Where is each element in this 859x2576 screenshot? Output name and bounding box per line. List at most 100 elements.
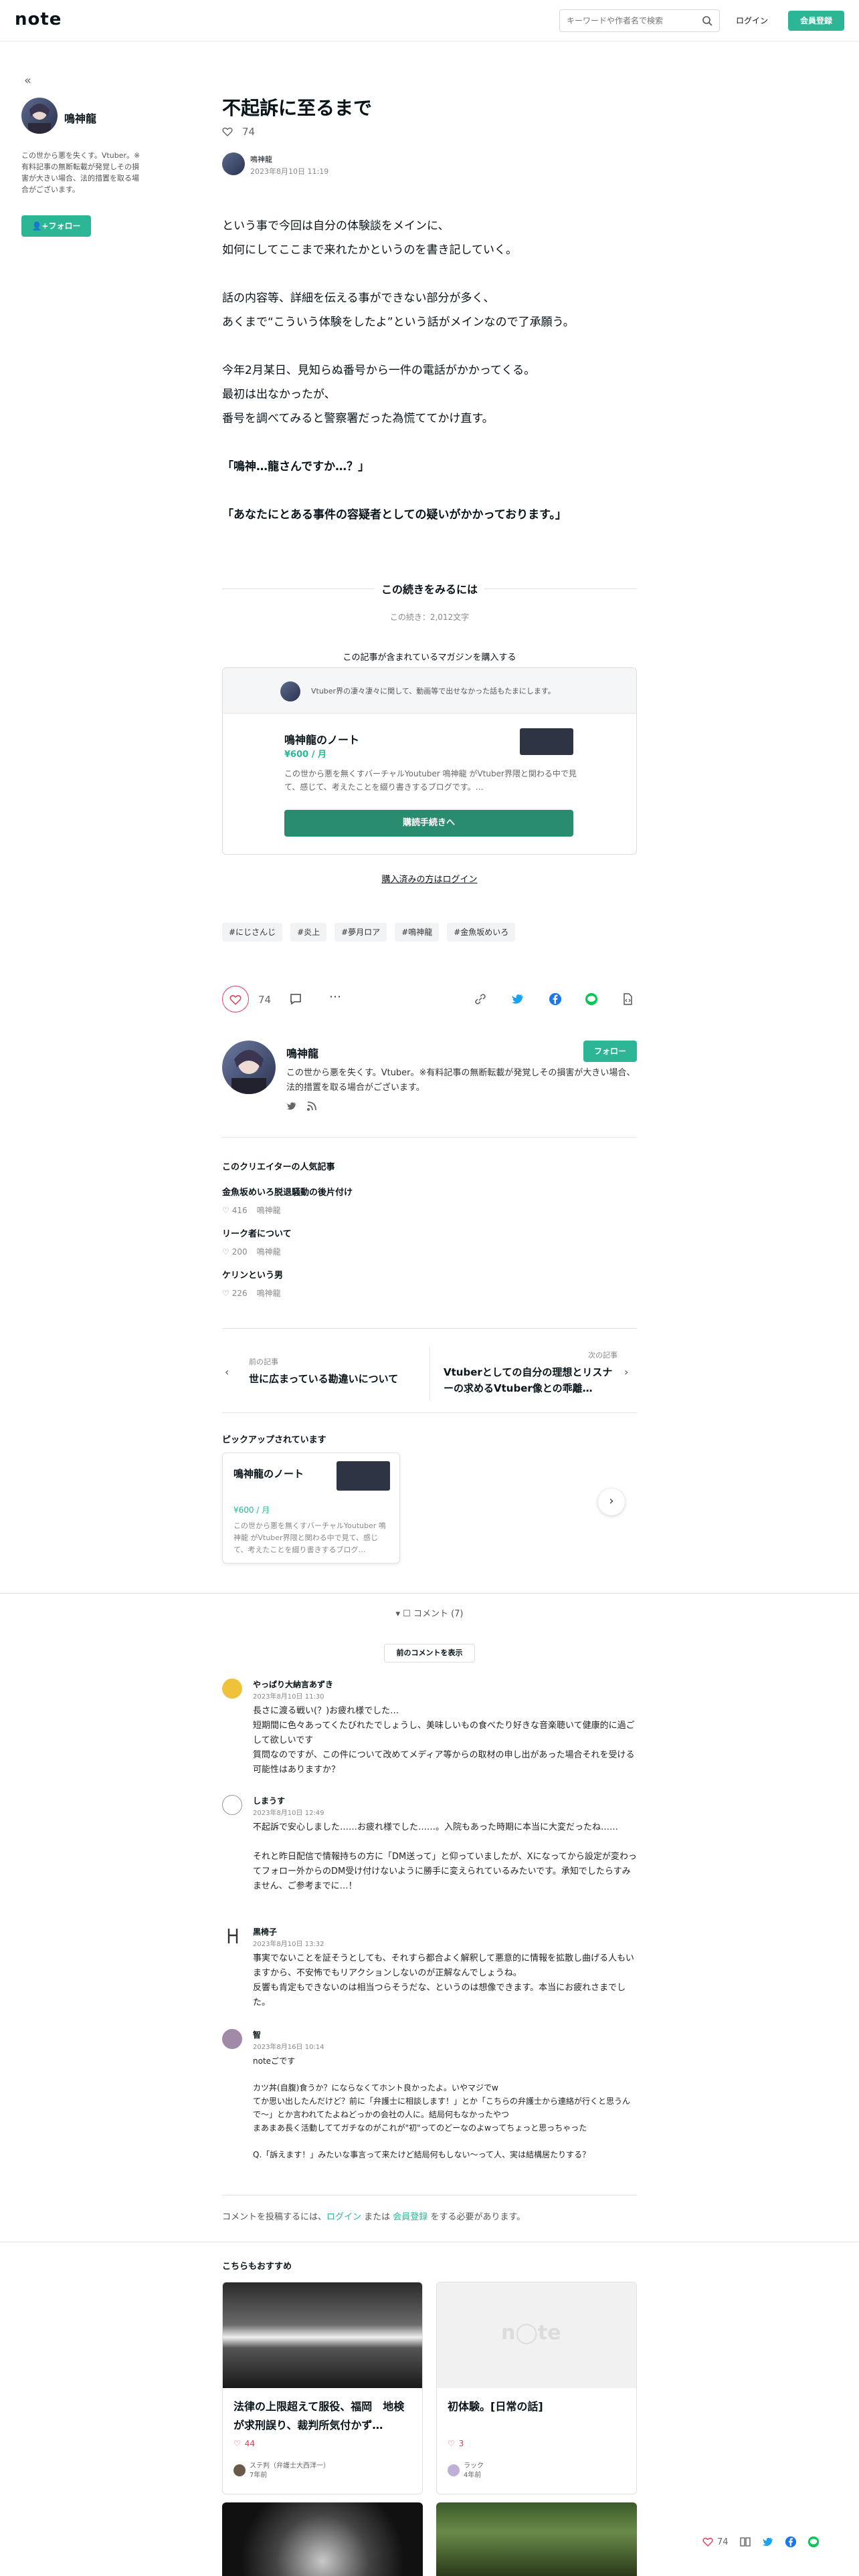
like-summary: 74	[222, 126, 255, 138]
comment-date: 2023年8月10日 12:49	[253, 1810, 324, 1817]
rss-icon[interactable]	[306, 1101, 317, 1111]
line-icon[interactable]	[807, 2536, 820, 2548]
text-line: あくまで“こういう体験をしたよ”という話がメインなので了承願う。	[222, 316, 575, 329]
popular-article-title[interactable]: リーク者について	[222, 1226, 637, 1239]
magazine-card[interactable]: Vtuber界の凄々凄々に関して、動画等で出せなかった話もたまにします。 鳴神龍…	[222, 667, 637, 855]
embed-icon[interactable]	[621, 992, 634, 1006]
avatar[interactable]	[222, 1795, 242, 1815]
recommended-article-card[interactable]: 法律の上限超えて服役、福岡 地検が求刑誤り、裁判所気付かず… ♡ 44 ステ判（弁…	[222, 2282, 423, 2494]
text-line: 最初は出なかったが、	[222, 388, 336, 401]
popular-articles-title: このクリエイターの人気記事	[222, 1162, 335, 1172]
floating-like-button[interactable]: 74	[702, 2537, 729, 2547]
tag[interactable]: #夢月ロア	[335, 923, 387, 942]
prev-article-link[interactable]: ‹ 前の記事 世に広まっている勘違いについて	[222, 1347, 430, 1400]
note-logo[interactable]: note	[15, 9, 62, 29]
like-count: 44	[244, 2439, 256, 2448]
paragraph: 話の内容等、詳細を伝える事ができない部分が多く、 あくまで“こういう体験をしたよ…	[222, 286, 575, 334]
search-box[interactable]	[559, 9, 720, 32]
author-name[interactable]: 鳴神龍	[250, 154, 272, 165]
recommended-article-thumbnail[interactable]	[436, 2502, 637, 2576]
text-line: という事で今回は自分の体験談をメインに、	[222, 219, 450, 233]
comment-body: 不起訴で安心しました……お疲れ様でした……。入院もあった時期に本当に大変だったね…	[253, 1820, 637, 1894]
text-line: 「鳴神…龍さんですか…？」	[222, 460, 370, 473]
like-count: 226	[231, 1288, 248, 1298]
recommended-title[interactable]: 法律の上限超えて服役、福岡 地検が求刑誤り、裁判所気付かず…	[233, 2397, 413, 2435]
recommended-title[interactable]: 初体験。[日常の話]	[448, 2397, 627, 2416]
twitter-icon[interactable]	[511, 992, 524, 1006]
commenter-name[interactable]: やっぱり大納言あずき	[253, 1679, 333, 1690]
line-icon[interactable]	[585, 992, 598, 1006]
avatar[interactable]	[222, 152, 245, 175]
comment-line: 反響も肯定もできないのは相当つらそうだな、というのは想像できます。本当にお疲れさ…	[253, 1983, 626, 2008]
signup-button[interactable]: 会員登録	[788, 11, 844, 31]
tag[interactable]: #炎上	[290, 923, 327, 942]
collapse-sidebar-icon[interactable]: «	[24, 74, 31, 88]
login-link[interactable]: ログイン	[736, 15, 768, 26]
follow-button[interactable]: フォロー	[583, 1041, 637, 1062]
buyer-login-link[interactable]: 購入済みの方はログイン	[222, 872, 637, 885]
popular-article[interactable]: 金魚坂めいろ脱退騒動の後片付け ♡ 416 鳴神龍	[222, 1185, 637, 1216]
avatar[interactable]	[222, 1679, 242, 1699]
remaining-char-count: この続き：2,012文字	[389, 613, 470, 622]
show-previous-comments-button[interactable]: 前のコメントを表示	[384, 1644, 475, 1662]
next-article-link[interactable]: 次の記事 Vtuberとしての自分の理想とリスナーの求めるVtuber像との乖離…	[430, 1347, 637, 1400]
commenter-name[interactable]: 智	[253, 2029, 261, 2040]
facebook-icon[interactable]	[549, 992, 562, 1006]
tag[interactable]: #鳴神龍	[395, 923, 440, 942]
avatar[interactable]	[222, 1926, 242, 1946]
login-link[interactable]: ログイン	[326, 2212, 361, 2222]
paragraph: 「あなたにとある事件の容疑者としての疑いがかかっております。」	[222, 503, 567, 527]
subscribe-button[interactable]: 購読手続きへ	[284, 810, 573, 837]
avatar[interactable]	[222, 2029, 242, 2049]
text-line: 話の内容等、詳細を伝える事ができない部分が多く、	[222, 292, 495, 305]
note-logo-placeholder: n◯te	[501, 2321, 561, 2345]
popular-article-title[interactable]: ケリンという男	[222, 1268, 637, 1281]
prompt-text: をする必要があります。	[427, 2212, 526, 2222]
author-name: ステ判（弁護士大西洋一）	[250, 2462, 330, 2470]
twitter-icon[interactable]	[286, 1101, 297, 1111]
heart-icon: ♡	[222, 1288, 229, 1298]
avatar[interactable]	[222, 1041, 276, 1094]
recommended-article-thumbnail[interactable]	[222, 2502, 423, 2576]
more-icon[interactable]: ⋯	[329, 990, 341, 1004]
divider	[222, 1137, 637, 1138]
comment-icon: ☐	[403, 1609, 413, 1619]
popular-article[interactable]: リーク者について ♡ 200 鳴神龍	[222, 1226, 637, 1257]
heart-icon[interactable]	[222, 126, 233, 137]
comment-line: まあまあ長く活動しててガチなのがこれが"初"ってのどーなのよwってちょっと思っち…	[253, 2123, 587, 2133]
avatar	[280, 681, 300, 702]
recommended-author[interactable]: ラック 4年前	[448, 2462, 484, 2480]
pickup-magazine-name[interactable]: 鳴神龍のノート	[233, 1467, 304, 1481]
author-card-name[interactable]: 鳴神龍	[286, 1045, 318, 1061]
sidebar-follow-button[interactable]: 👤+フォロー	[21, 215, 91, 237]
heart-icon	[223, 994, 248, 1006]
tag[interactable]: #にじさんじ	[222, 923, 283, 942]
comment-line: noteごです	[253, 2056, 296, 2066]
comment-icon[interactable]	[289, 992, 302, 1006]
magazine-thumbnail[interactable]	[520, 728, 573, 755]
search-icon[interactable]	[702, 15, 712, 26]
commenter-name[interactable]: しまうす	[253, 1795, 285, 1806]
text-line: 「あなたにとある事件の容疑者としての疑いがかかっております。」	[222, 508, 567, 522]
pickup-magazine-card[interactable]: 鳴神龍のノート ¥600 / 月 この世から悪を無くすバーチャルYoutuber…	[222, 1453, 400, 1564]
magazine-name[interactable]: 鳴神龍のノート	[284, 731, 359, 747]
twitter-icon[interactable]	[762, 2536, 774, 2548]
comment-line: 不起訴で安心しました……お疲れ様でした……。入院もあった時期に本当に大変だったね…	[253, 1822, 619, 1832]
post-age: 7年前	[250, 2472, 268, 2479]
carousel-next-button[interactable]: ›	[598, 1489, 625, 1515]
popular-article-title[interactable]: 金魚坂めいろ脱退騒動の後片付け	[222, 1185, 637, 1198]
recommended-article-card[interactable]: n◯te 初体験。[日常の話] ♡ 3 ラック 4年前	[436, 2282, 637, 2494]
link-icon[interactable]	[474, 992, 487, 1006]
popular-article[interactable]: ケリンという男 ♡ 226 鳴神龍	[222, 1268, 637, 1299]
sidebar-author-name[interactable]: 鳴神龍	[64, 110, 96, 126]
avatar[interactable]	[21, 98, 58, 134]
commenter-name[interactable]: 黒椅子	[253, 1926, 277, 1937]
tag[interactable]: #金魚坂めいろ	[447, 923, 516, 942]
search-input[interactable]	[560, 10, 694, 31]
signup-link[interactable]: 会員登録	[393, 2212, 427, 2222]
like-button[interactable]	[222, 986, 249, 1012]
recommended-author[interactable]: ステ判（弁護士大西洋一） 7年前	[233, 2462, 330, 2480]
facebook-icon[interactable]	[785, 2536, 797, 2548]
magazine-icon[interactable]	[739, 2536, 751, 2548]
comments-header[interactable]: ▾ ☐ コメント (7)	[222, 1606, 637, 1619]
